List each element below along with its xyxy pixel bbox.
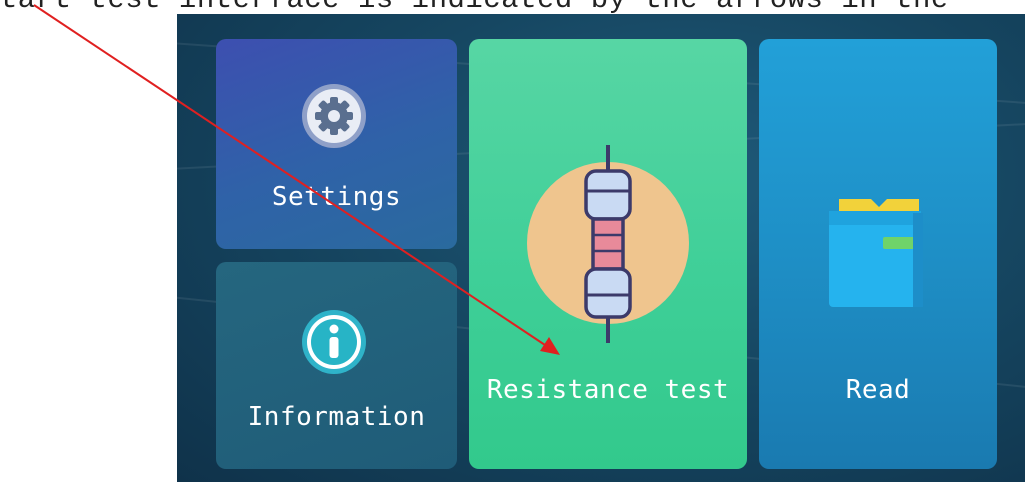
resistance-test-tile[interactable]: Resistance test	[469, 39, 747, 469]
page: Start test interface is indicated by the…	[0, 0, 1025, 482]
read-tile[interactable]: Read	[759, 39, 997, 469]
read-label: Read	[845, 375, 911, 405]
resistance-test-label: Resistance test	[486, 375, 730, 405]
resistor-icon	[527, 145, 689, 343]
information-tile[interactable]: Information	[216, 262, 457, 469]
book-icon	[829, 199, 923, 307]
info-icon	[302, 310, 366, 374]
settings-tile[interactable]: Settings	[216, 39, 457, 249]
information-label: Information	[247, 402, 426, 432]
gear-icon	[302, 84, 366, 148]
device-screen: Settings Information Resistance test Rea…	[177, 14, 1025, 482]
settings-label: Settings	[271, 182, 402, 212]
